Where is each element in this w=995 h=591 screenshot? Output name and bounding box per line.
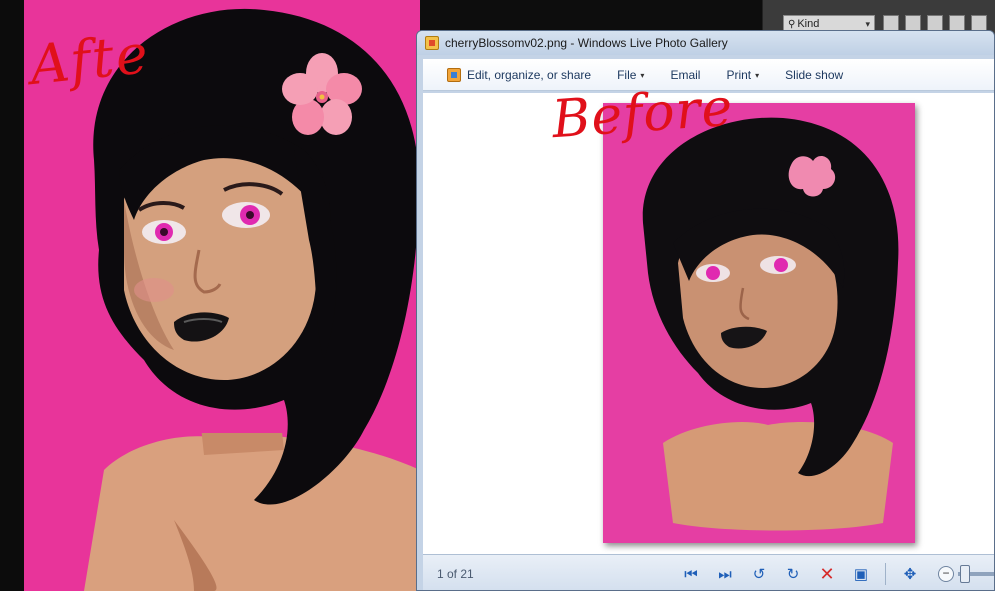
image-viewer (423, 93, 994, 554)
search-icon: ⚲ (788, 19, 796, 30)
navigation-controls: ⏮ ⏭ ↺ ↻ ✕ ▣ ✥ − (679, 563, 994, 585)
shape-filter-icon[interactable] (949, 15, 965, 31)
layer-filter-tools (883, 15, 987, 31)
slide-show-button[interactable]: Slide show (785, 68, 843, 82)
zoom-slider[interactable] (958, 565, 994, 583)
smart-object-filter-icon[interactable] (971, 15, 987, 31)
pixel-filter-icon[interactable] (883, 15, 899, 31)
first-image-icon[interactable]: ⏮ (679, 563, 703, 585)
delete-icon[interactable]: ✕ (815, 563, 839, 585)
edit-label: Edit, organize, or share (467, 68, 592, 82)
rotate-left-icon[interactable]: ↺ (747, 563, 771, 585)
file-label: File (617, 68, 637, 82)
after-annotation: Afte (27, 21, 153, 98)
gallery-statusbar: 1 of 21 ⏮ ⏭ ↺ ↻ ✕ ▣ ✥ − (423, 554, 994, 590)
window-title: cherryBlossomv02.png - Windows Live Phot… (445, 36, 728, 50)
file-menu-button[interactable]: File ▾ (617, 68, 644, 82)
toolbar-separator (885, 563, 886, 585)
zoom-out-button[interactable]: − (938, 566, 954, 582)
edit-icon (447, 68, 461, 82)
adjustment-filter-icon[interactable] (905, 15, 921, 31)
actual-size-icon[interactable]: ✥ (898, 563, 922, 585)
type-filter-icon[interactable] (927, 15, 943, 31)
before-photo[interactable] (603, 103, 915, 543)
desktop-screen: ⚲ Kind ▾ cherryBlossomv02.png - Windows L… (0, 0, 995, 591)
next-image-icon[interactable]: ⏭ (713, 563, 737, 585)
zoom-slider-thumb[interactable] (960, 565, 970, 583)
chevron-down-icon: ▾ (755, 70, 760, 80)
print-menu-button[interactable]: Print ▾ (726, 68, 759, 82)
before-portrait-illustration (603, 103, 915, 543)
chevron-down-icon: ▾ (640, 70, 645, 80)
slideshow-icon[interactable]: ▣ (849, 563, 873, 585)
edit-organize-share-button[interactable]: Edit, organize, or share (447, 68, 591, 82)
slideshow-label: Slide show (785, 68, 844, 82)
left-dark-strip (0, 0, 24, 591)
app-icon (425, 36, 439, 50)
before-annotation: Before (550, 77, 736, 151)
image-position-counter: 1 of 21 (437, 567, 474, 581)
rotate-right-icon[interactable]: ↻ (781, 563, 805, 585)
window-titlebar[interactable]: cherryBlossomv02.png - Windows Live Phot… (417, 31, 994, 55)
kind-label: Kind (797, 18, 820, 30)
